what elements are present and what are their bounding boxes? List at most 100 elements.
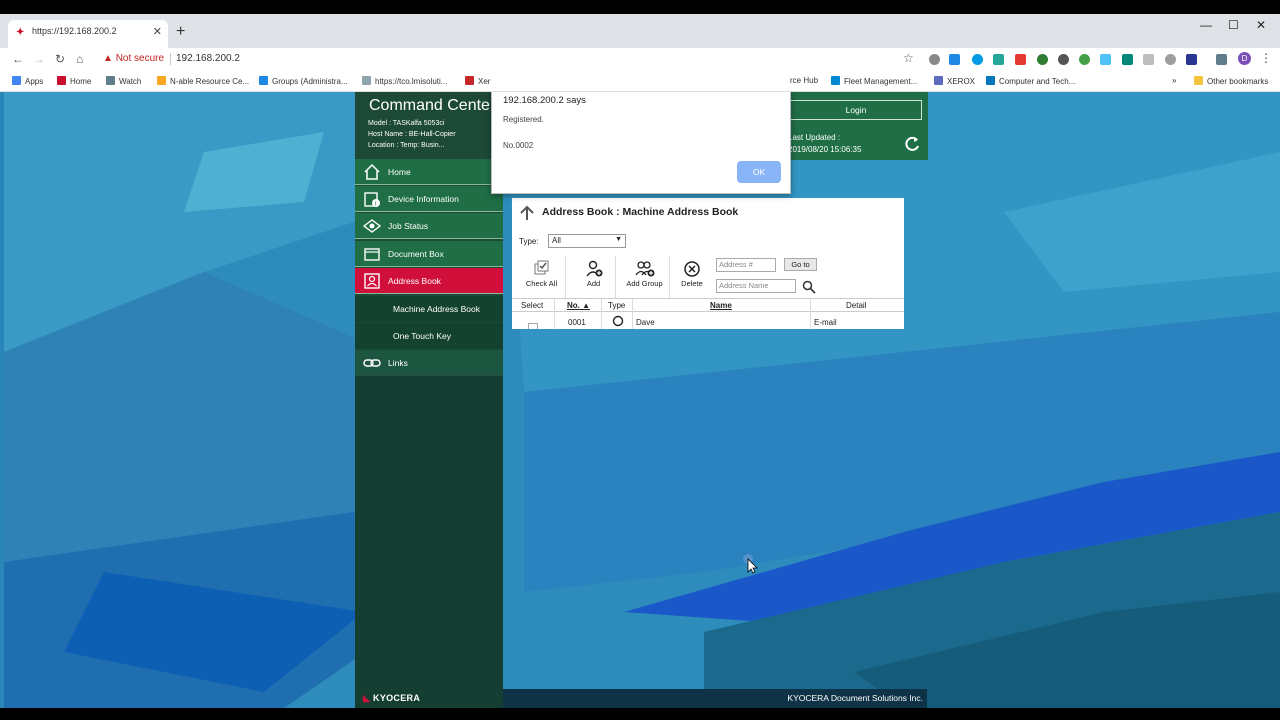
close-tab-icon[interactable]: ✕: [153, 25, 162, 38]
extension-icon[interactable]: [1015, 54, 1026, 65]
close-window-button[interactable]: ✕: [1256, 18, 1266, 32]
delete-icon: [684, 261, 700, 277]
bookmark-label: Fleet Management...: [844, 77, 918, 86]
bookmark-watch[interactable]: Watch: [106, 76, 141, 86]
cast-icon[interactable]: [1216, 54, 1227, 65]
more-bookmarks-button[interactable]: »: [1172, 76, 1176, 85]
kyocera-mark-icon: ◣: [363, 693, 374, 703]
sidebar-item-device-information[interactable]: i Device Information: [355, 186, 503, 212]
bookmark-label: Apps: [25, 77, 44, 86]
address-number-input[interactable]: Address #: [716, 258, 776, 272]
address-name-input[interactable]: Address Name: [716, 279, 796, 293]
sidebar-subitem-machine-address-book[interactable]: Machine Address Book: [355, 296, 503, 322]
row-select-checkbox[interactable]: [528, 323, 538, 329]
search-icon[interactable]: [802, 280, 816, 294]
bookmark-xer[interactable]: Xer: [465, 76, 490, 86]
col-number[interactable]: No. ▲: [567, 301, 590, 310]
bookmark-tco[interactable]: https://tco.lmisoluti...: [362, 76, 447, 86]
row-detail: E-mail: [814, 318, 837, 327]
check-all-button[interactable]: Check All: [518, 256, 566, 298]
device-model: Model : TASKalfa 5053ci: [368, 120, 445, 127]
chevron-down-icon: ▼: [615, 236, 622, 243]
link-icon: [363, 359, 381, 367]
extension-icon[interactable]: [1122, 54, 1133, 65]
copyright-text: KYOCERA Document Solutions Inc.: [787, 693, 923, 703]
ok-button[interactable]: OK: [737, 161, 781, 183]
bookmark-apps[interactable]: Apps: [12, 76, 43, 86]
brand-title: Command Center: [369, 97, 496, 114]
bookmark-xerox[interactable]: XEROX: [934, 76, 975, 86]
go-to-button[interactable]: Go to: [784, 258, 817, 271]
device-info-icon: i: [364, 192, 380, 208]
bookmark-label: Groups (Administra...: [272, 77, 348, 86]
type-label: Type:: [519, 237, 539, 246]
minimize-button[interactable]: —: [1200, 18, 1212, 32]
bookmark-favicon-icon: [934, 76, 943, 85]
table-row[interactable]: 0001 Dave E-mail: [512, 313, 904, 329]
sidebar-item-links[interactable]: Links: [355, 350, 503, 376]
not-secure-warning[interactable]: ▲ Not secure: [103, 53, 164, 64]
dialog-number: No.0002: [503, 141, 534, 150]
bookmark-favicon-icon: [157, 76, 166, 85]
new-tab-button[interactable]: +: [176, 23, 185, 41]
bookmark-fleet[interactable]: Fleet Management...: [831, 76, 917, 86]
command-center-sidebar: Command Center Model : TASKalfa 5053ci H…: [355, 92, 503, 708]
sidebar-subitem-one-touch-key[interactable]: One Touch Key: [355, 323, 503, 349]
address-bar[interactable]: 192.168.200.2: [176, 53, 240, 64]
extension-icon[interactable]: [1037, 54, 1048, 65]
extension-icon[interactable]: [1100, 54, 1111, 65]
add-group-button[interactable]: Add Group: [620, 256, 670, 298]
extension-icon[interactable]: [949, 54, 960, 65]
add-user-icon: [585, 260, 602, 277]
forward-icon[interactable]: →: [33, 52, 45, 66]
address-book-icon: [364, 273, 380, 289]
sidebar-item-document-box[interactable]: Document Box: [355, 241, 503, 267]
bookmark-computer-tech[interactable]: Computer and Tech...: [986, 76, 1075, 86]
extension-icon[interactable]: [1079, 54, 1090, 65]
extension-icon[interactable]: [929, 54, 940, 65]
sidebar-item-home[interactable]: Home: [355, 159, 503, 185]
up-arrow-icon[interactable]: [518, 204, 536, 222]
bookmark-home[interactable]: Home: [57, 76, 91, 86]
type-select[interactable]: All ▼: [548, 234, 626, 248]
mouse-cursor-icon: [743, 554, 758, 574]
device-host: Host Name : BE-Hall-Copier: [368, 131, 456, 138]
menu-icon[interactable]: ⋮: [1260, 51, 1272, 65]
profile-avatar[interactable]: D: [1238, 52, 1251, 65]
dialog-title: 192.168.200.2 says: [503, 95, 586, 106]
warning-icon: ▲: [103, 53, 116, 64]
sidebar-empty-area: [355, 375, 503, 708]
extension-icon[interactable]: [1165, 54, 1176, 65]
col-name[interactable]: Name: [710, 301, 732, 310]
extension-icon[interactable]: [993, 54, 1004, 65]
login-button[interactable]: Login: [790, 100, 922, 120]
bookmark-star-icon[interactable]: ☆: [903, 51, 914, 65]
extension-icon[interactable]: [1058, 54, 1069, 65]
last-updated-value: 2019/08/20 15:06:35: [788, 145, 862, 154]
kyocera-logo: ◣ KYOCERA: [363, 693, 420, 704]
sidebar-item-label: Home: [388, 167, 411, 177]
tab-bar: ✦ https://192.168.200.2 ✕ + — ☐ ✕: [0, 14, 1280, 48]
sidebar-item-label: Device Information: [388, 194, 459, 204]
row-name[interactable]: Dave: [636, 318, 655, 327]
other-bookmarks[interactable]: Other bookmarks: [1194, 76, 1268, 86]
maximize-button[interactable]: ☐: [1228, 18, 1239, 32]
extension-icon[interactable]: [1143, 54, 1154, 65]
sidebar-item-job-status[interactable]: Job Status: [355, 213, 503, 239]
bookmark-resource-hub[interactable]: rce Hub: [790, 76, 818, 85]
sidebar-item-address-book[interactable]: Address Book: [355, 268, 503, 294]
last-updated: Last Updated : 2019/08/20 15:06:35: [788, 132, 861, 156]
bookmark-favicon-icon: [259, 76, 268, 85]
browser-tab[interactable]: ✦ https://192.168.200.2 ✕: [8, 20, 168, 48]
extension-icon[interactable]: [972, 54, 983, 65]
extension-icon[interactable]: [1186, 54, 1197, 65]
delete-button[interactable]: Delete: [672, 256, 712, 298]
refresh-icon[interactable]: [902, 134, 922, 154]
bookmark-groups[interactable]: Groups (Administra...: [259, 76, 348, 86]
bookmarks-bar: Apps Home Watch N-able Resource Ce... Gr…: [0, 72, 1280, 92]
add-button[interactable]: Add: [572, 256, 616, 298]
reload-icon[interactable]: ↻: [55, 52, 65, 66]
back-icon[interactable]: ←: [12, 52, 24, 66]
home-browser-icon[interactable]: ⌂: [76, 52, 83, 66]
bookmark-n-able[interactable]: N-able Resource Ce...: [157, 76, 249, 86]
